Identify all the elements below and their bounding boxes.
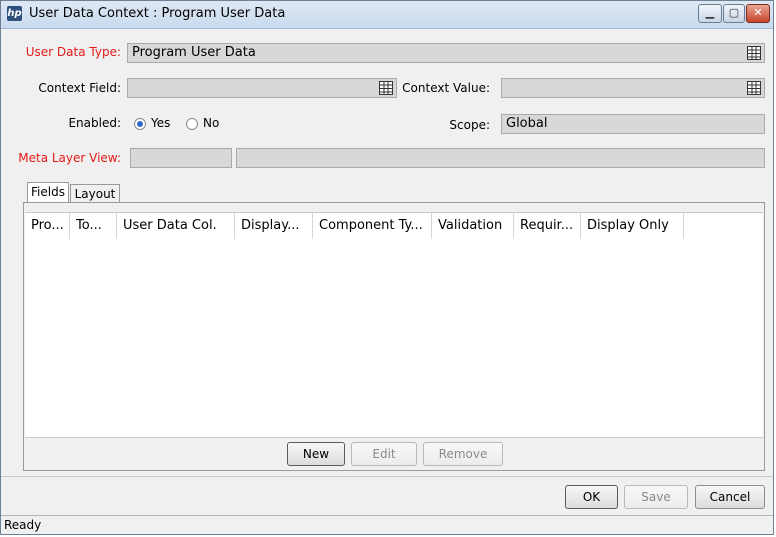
minimize-button[interactable]: ▁	[698, 4, 722, 23]
context-field-input[interactable]	[127, 78, 397, 98]
enabled-no-label: No	[203, 116, 220, 130]
title-bar[interactable]: hp User Data Context : Program User Data…	[1, 1, 773, 29]
edit-button[interactable]: Edit	[351, 442, 417, 466]
context-field-label: Context Field:	[38, 81, 121, 95]
new-button[interactable]: New	[287, 442, 345, 466]
meta-layer-view-field-2	[236, 148, 765, 168]
enabled-label: Enabled:	[68, 116, 121, 130]
divider	[1, 476, 773, 477]
fields-table[interactable]: Pro... To... User Data Col. Display... C…	[25, 212, 763, 438]
user-data-type-label: User Data Type:	[25, 45, 121, 59]
scope-label: Scope:	[449, 118, 490, 132]
cancel-button[interactable]: Cancel	[695, 485, 765, 509]
column-header[interactable]: Display Only	[581, 213, 684, 239]
list-picker-icon[interactable]	[747, 81, 761, 95]
enabled-yes-label: Yes	[151, 116, 171, 130]
column-header[interactable]: Display...	[235, 213, 313, 239]
close-button[interactable]: ✕	[746, 4, 770, 23]
remove-button[interactable]: Remove	[423, 442, 503, 466]
save-button[interactable]: Save	[624, 485, 688, 509]
scope-field: Global	[501, 114, 765, 134]
column-header[interactable]: Validation	[432, 213, 514, 239]
column-header[interactable]: User Data Col.	[117, 213, 235, 239]
ok-button[interactable]: OK	[565, 485, 618, 509]
column-header[interactable]: Requir...	[514, 213, 581, 239]
status-bar: Ready	[1, 515, 773, 534]
list-picker-icon[interactable]	[747, 46, 761, 60]
window-title: User Data Context : Program User Data	[29, 6, 286, 21]
column-header[interactable]: Pro...	[25, 213, 70, 239]
enabled-yes-radio[interactable]	[134, 118, 146, 130]
column-header[interactable]: To...	[70, 213, 117, 239]
context-value-label: Context Value:	[402, 81, 490, 95]
tab-fields[interactable]: Fields	[27, 182, 69, 204]
meta-layer-view-field-1	[130, 148, 232, 168]
context-value-input[interactable]	[501, 78, 765, 98]
user-data-context-window: hp User Data Context : Program User Data…	[0, 0, 774, 535]
hp-app-icon: hp	[7, 6, 22, 21]
tab-layout[interactable]: Layout	[70, 184, 120, 204]
column-header[interactable]: Component Ty...	[313, 213, 432, 239]
meta-layer-view-label: Meta Layer View:	[18, 151, 121, 165]
maximize-button[interactable]: ▢	[723, 4, 745, 23]
fields-panel: Pro... To... User Data Col. Display... C…	[23, 202, 765, 471]
user-data-type-value: Program User Data	[132, 45, 256, 60]
enabled-no-radio[interactable]	[186, 118, 198, 130]
list-picker-icon[interactable]	[379, 81, 393, 95]
user-data-type-field[interactable]: Program User Data	[127, 43, 765, 63]
